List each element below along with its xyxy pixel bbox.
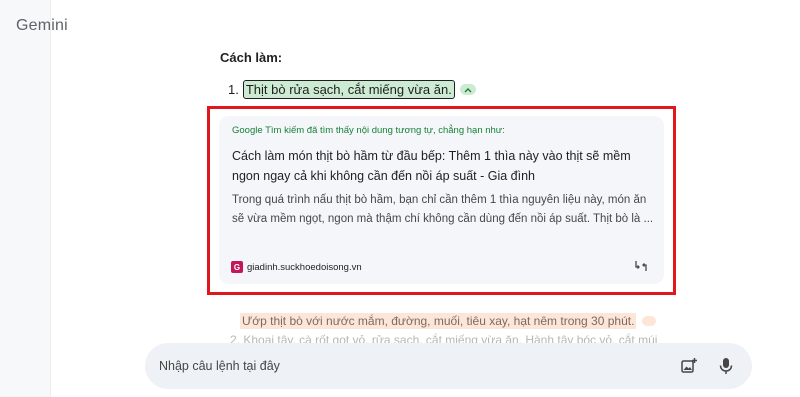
- list-item: 1. Thịt bò rửa sạch, cắt miếng vừa ăn.: [228, 80, 476, 99]
- mic-icon: [719, 358, 733, 374]
- chevron-up-icon[interactable]: [459, 84, 476, 95]
- source-title[interactable]: Cách làm món thịt bò hầm từ đầu bếp: Thê…: [232, 146, 657, 186]
- compare-button[interactable]: [630, 255, 652, 277]
- source-snippet: Trong quá trình nấu thịt bò hầm, bạn chỉ…: [232, 194, 654, 225]
- highlighted-step-text[interactable]: Ướp thịt bò với nước mắm, đường, muối, t…: [240, 313, 637, 329]
- source-note: Google Tìm kiếm đã tìm thấy nội dung tươ…: [232, 125, 505, 136]
- step-number: 1.: [228, 82, 239, 97]
- prompt-input[interactable]: [159, 343, 629, 389]
- highlighted-step-text[interactable]: Thịt bò rửa sạch, cắt miếng vừa ăn.: [242, 80, 455, 99]
- prompt-bar: [145, 343, 752, 389]
- mic-button[interactable]: [714, 354, 738, 378]
- image-upload-button[interactable]: [677, 354, 701, 378]
- left-rail: [0, 0, 51, 397]
- chevron-down-icon[interactable]: [642, 316, 657, 326]
- site-domain[interactable]: giadinh.suckhoedoisong.vn: [247, 262, 362, 273]
- section-title: Cách làm:: [220, 50, 283, 65]
- list-item: Ướp thịt bò với nước mắm, đường, muối, t…: [240, 313, 657, 329]
- source-card[interactable]: Google Tìm kiếm đã tìm thấy nội dung tươ…: [219, 116, 664, 284]
- image-upload-icon: [681, 358, 697, 373]
- source-site[interactable]: G giadinh.suckhoedoisong.vn: [231, 261, 362, 273]
- site-favicon-icon: G: [231, 261, 243, 273]
- app-title: Gemini: [16, 17, 68, 34]
- compare-icon: [635, 261, 647, 271]
- gemini-app: Gemini Cách làm: 1. Thịt bò rửa sạch, cắ…: [0, 0, 800, 397]
